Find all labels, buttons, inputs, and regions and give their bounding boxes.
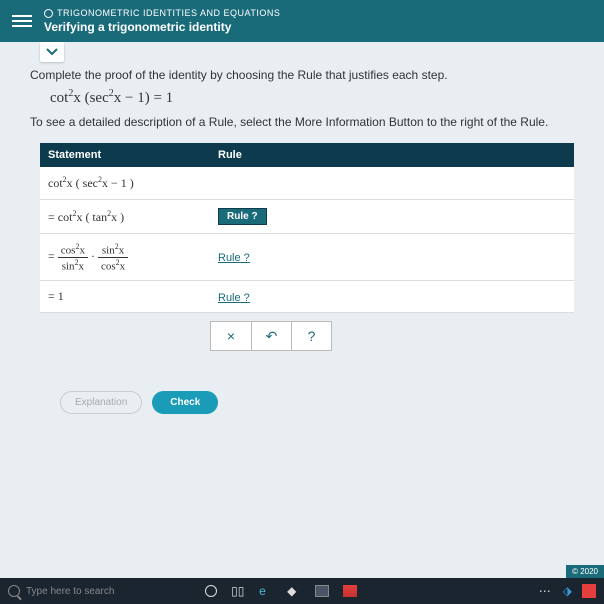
rule-cell xyxy=(210,175,350,191)
table-header: Statement Rule xyxy=(40,143,574,167)
rule-link[interactable]: Rule ? xyxy=(218,292,250,304)
header-rule: Rule xyxy=(210,143,350,167)
header-statement: Statement xyxy=(40,143,210,167)
whiteboard-icon[interactable] xyxy=(315,585,329,597)
page-header: TRIGONOMETRIC IDENTITIES AND EQUATIONS V… xyxy=(0,0,604,42)
check-button[interactable]: Check xyxy=(152,391,218,414)
explanation-button[interactable]: Explanation xyxy=(60,391,142,414)
category-radio-icon xyxy=(44,9,53,18)
menu-icon[interactable] xyxy=(12,12,32,30)
rule-cell: Rule ? xyxy=(210,242,350,272)
edge-icon[interactable]: e xyxy=(259,584,273,598)
statement-cell: = cot2x ( tan2x ) xyxy=(40,201,210,233)
cortana-icon[interactable] xyxy=(205,585,217,597)
task-view-icon[interactable]: ▯▯ xyxy=(231,584,245,598)
sub-instruction: To see a detailed description of a Rule,… xyxy=(30,115,574,129)
action-toolbar: × ↶ ? xyxy=(210,321,332,351)
rule-dropdown[interactable]: Rule ? xyxy=(218,208,267,225)
statement-cell: = cos2xsin2x · sin2xcos2x xyxy=(40,234,210,280)
app-icon[interactable]: ◆ xyxy=(287,584,301,598)
tray-icon[interactable]: ⋯ xyxy=(539,584,553,598)
content-area: Complete the proof of the identity by ch… xyxy=(0,62,604,424)
close-button[interactable]: × xyxy=(211,322,251,350)
copyright-badge: © 2020 xyxy=(566,565,604,578)
undo-button[interactable]: ↶ xyxy=(251,322,291,350)
chevron-down-icon xyxy=(46,48,58,56)
rule-cell: Rule ? xyxy=(210,282,350,312)
bottom-buttons: Explanation Check xyxy=(60,391,574,414)
search-icon xyxy=(8,585,20,597)
app-red-icon[interactable] xyxy=(582,584,596,598)
help-button[interactable]: ? xyxy=(291,322,331,350)
rule-cell: Rule ? xyxy=(210,200,350,233)
taskbar-search[interactable]: Type here to search xyxy=(8,585,114,597)
taskbar-center: ▯▯ e ◆ xyxy=(205,584,357,598)
table-row: = cot2x ( tan2x ) Rule ? xyxy=(40,200,574,234)
proof-table: Statement Rule cot2x ( sec2x − 1 ) = cot… xyxy=(40,143,574,313)
header-titles: TRIGONOMETRIC IDENTITIES AND EQUATIONS V… xyxy=(44,8,280,34)
search-placeholder: Type here to search xyxy=(26,586,114,597)
collapse-button[interactable] xyxy=(40,42,64,62)
table-row: = cos2xsin2x · sin2xcos2x Rule ? xyxy=(40,234,574,281)
topic-title: Verifying a trigonometric identity xyxy=(44,20,280,34)
statement-cell: cot2x ( sec2x − 1 ) xyxy=(40,167,210,199)
rule-link[interactable]: Rule ? xyxy=(218,252,250,264)
store-icon[interactable] xyxy=(343,585,357,597)
instruction-text: Complete the proof of the identity by ch… xyxy=(30,68,574,82)
table-row: cot2x ( sec2x − 1 ) xyxy=(40,167,574,200)
taskbar: Type here to search ▯▯ e ◆ ⋯ ⬗ xyxy=(0,578,604,604)
category-label: TRIGONOMETRIC IDENTITIES AND EQUATIONS xyxy=(57,8,280,18)
identity-equation: cot2x (sec2x − 1) = 1 xyxy=(50,88,574,107)
dropbox-icon[interactable]: ⬗ xyxy=(563,584,572,598)
taskbar-right: ⋯ ⬗ xyxy=(539,584,596,598)
table-row: = 1 Rule ? xyxy=(40,281,574,313)
statement-cell: = 1 xyxy=(40,281,210,312)
